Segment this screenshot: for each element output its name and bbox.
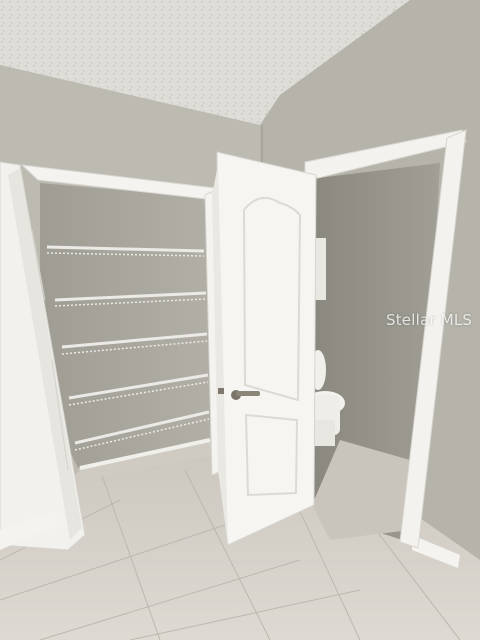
watermark: Stellar MLS bbox=[386, 311, 473, 329]
room-photo: Stellar MLS bbox=[0, 0, 480, 640]
bedroom-door bbox=[216, 151, 317, 546]
